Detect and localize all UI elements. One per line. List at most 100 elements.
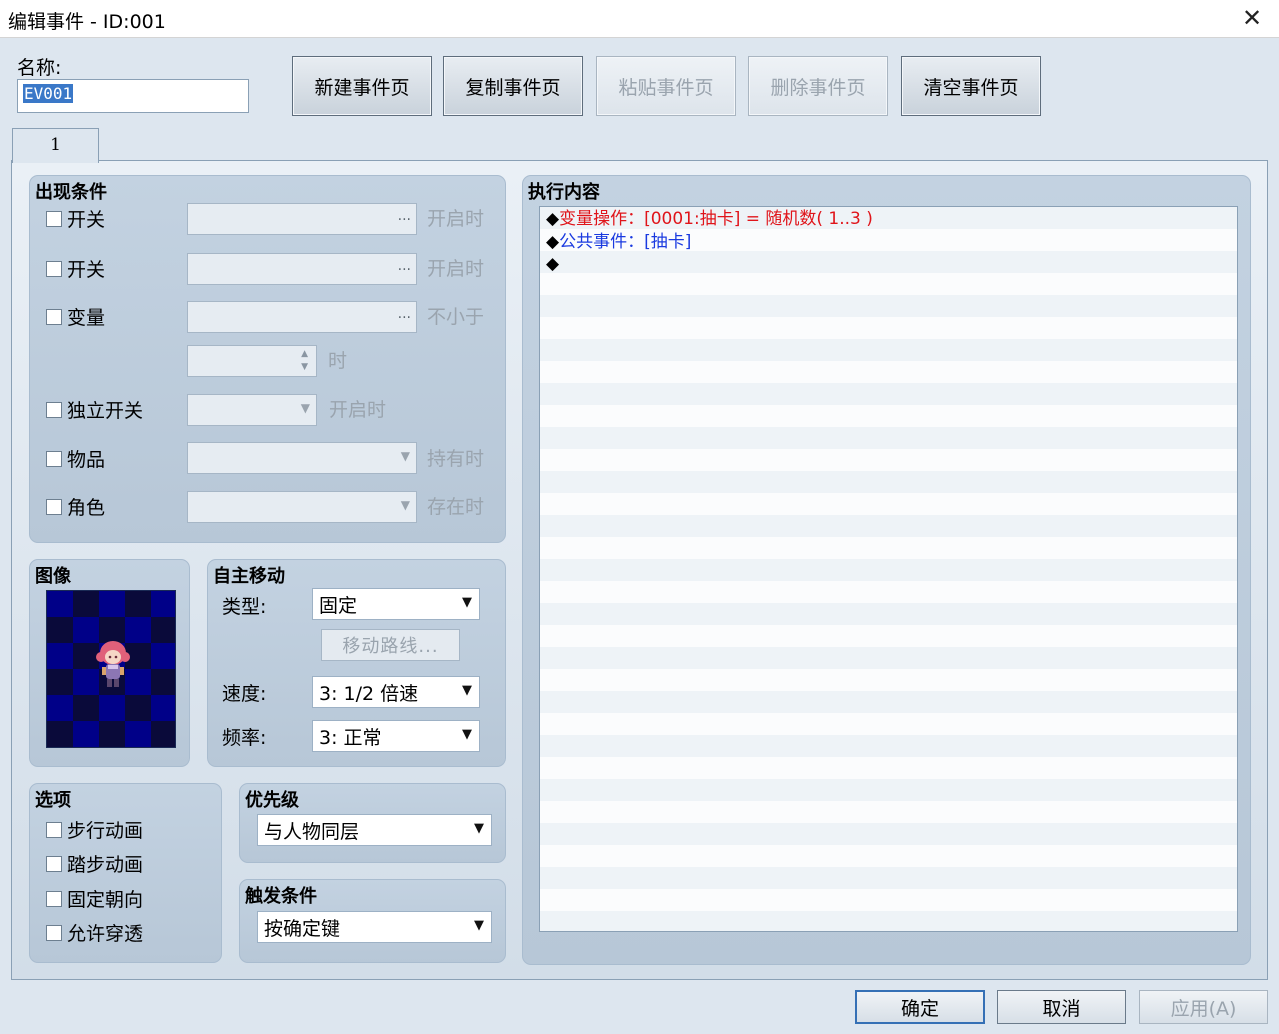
ellipsis-icon: ... [397,258,411,274]
trigger-select[interactable]: 按确定键 ▼ [257,911,492,943]
chevron-down-icon: ▼ [300,401,310,415]
chevron-down-icon: ▼ [462,727,472,742]
priority-group: 优先级 与人物同层 ▼ [239,783,506,863]
switch1-field[interactable]: ... [187,203,417,235]
priority-value: 与人物同层 [264,821,360,843]
spin-up-icon[interactable]: ▲ [301,349,308,359]
movement-type-value: 固定 [319,595,358,617]
switch1-suffix: 开启时 [427,208,485,230]
priority-title: 优先级 [245,790,299,811]
through-checkbox[interactable]: 允许穿透 [46,919,143,946]
type-label: 类型: [222,596,267,618]
self-switch-suffix: 开启时 [329,399,387,421]
switch2-suffix: 开启时 [427,258,485,280]
movement-speed-select[interactable]: 3: 1/2 倍速 ▼ [312,676,480,708]
event-page-panel: 出现条件 开关 ... 开启时 开关 ... 开启时 变量 ... 不小于 ▲ … [11,160,1268,980]
conditions-title: 出现条件 [35,182,107,203]
variable-value-suffix: 时 [328,350,348,372]
ok-button[interactable]: 确定 [855,990,985,1024]
trigger-title: 触发条件 [245,886,317,907]
diamond-marker-icon: ◆ [546,209,560,229]
switch1-checkbox[interactable]: 开关 [46,205,105,232]
stepping-anim-checkbox[interactable]: 踏步动画 [46,850,143,877]
actor-checkbox[interactable]: 角色 [46,493,105,520]
variable-suffix: 不小于 [427,306,485,328]
autonomous-movement-group: 自主移动 类型: 固定 ▼ 移动路线... 速度: 3: 1/2 倍速 ▼ 频率: … [207,559,506,767]
checkbox-box [46,260,62,277]
item-suffix: 持有时 [427,448,485,470]
switch1-label: 开关 [67,209,106,231]
frequency-label: 频率: [222,727,267,749]
diamond-marker-icon: ◆ [546,231,560,252]
cancel-button[interactable]: 取消 [997,990,1126,1024]
switch2-checkbox[interactable]: 开关 [46,255,105,282]
chevron-down-icon: ▼ [400,449,410,463]
contents-title: 执行内容 [528,182,600,203]
variable-label: 变量 [67,307,106,329]
new-page-button[interactable]: 新建事件页 [292,56,432,116]
self-switch-checkbox[interactable]: 独立开关 [46,396,143,423]
self-switch-select[interactable]: ▼ [187,394,317,426]
character-sprite [96,641,130,687]
checkbox-box [46,308,62,325]
movement-type-select[interactable]: 固定 ▼ [312,588,480,620]
command-text: 变量操作：[0001:抽卡] = 随机数( 1..3 ) [559,209,873,229]
image-group: 图像 [29,559,190,767]
window-title: 编辑事件 - ID:001 [8,11,166,33]
diamond-marker-icon: ◆ [546,254,560,274]
name-input[interactable]: EV001 [17,79,249,113]
option-label: 步行动画 [67,820,144,842]
command-list[interactable]: ◆变量操作：[0001:抽卡] = 随机数( 1..3 ) ◆公共事件：[抽卡] ◆ [539,206,1238,932]
event-graphic[interactable] [46,590,176,748]
autonomous-title: 自主移动 [213,566,285,587]
delete-page-button[interactable]: 删除事件页 [748,56,888,116]
options-group: 选项 步行动画 踏步动画 固定朝向 允许穿透 [29,783,222,963]
checkbox-box [46,498,62,515]
direction-fix-checkbox[interactable]: 固定朝向 [46,885,143,912]
checkbox-box [46,450,62,467]
contents-group: 执行内容 ◆变量操作：[0001:抽卡] = 随机数( 1..3 ) ◆公共事件：… [522,175,1251,965]
checkbox-box [46,401,62,418]
checkbox-box [46,821,62,838]
checkbox-box [46,210,62,227]
command-line[interactable]: ◆变量操作：[0001:抽卡] = 随机数( 1..3 ) [540,208,1237,231]
priority-select[interactable]: 与人物同层 ▼ [257,814,492,846]
checkbox-box [46,855,62,872]
command-line[interactable]: ◆ [540,253,1237,276]
walking-anim-checkbox[interactable]: 步行动画 [46,816,143,843]
actor-select[interactable]: ▼ [187,491,417,523]
switch2-field[interactable]: ... [187,253,417,285]
conditions-group: 出现条件 开关 ... 开启时 开关 ... 开启时 变量 ... 不小于 ▲ … [29,175,506,543]
actor-suffix: 存在时 [427,496,485,518]
spin-down-icon[interactable]: ▼ [301,362,308,372]
variable-value-spinner[interactable]: ▲ ▼ [187,345,317,377]
command-line[interactable]: ◆公共事件：[抽卡] [540,231,1237,254]
name-label: 名称: [17,57,62,79]
checkbox-box [46,890,62,907]
checkbox-box [46,924,62,941]
chevron-down-icon: ▼ [462,595,472,610]
option-label: 允许穿透 [67,923,144,945]
dialog-client: 名称: EV001 新建事件页 复制事件页 粘贴事件页 删除事件页 清空事件页 … [0,38,1279,1034]
item-select[interactable]: ▼ [187,442,417,474]
title-bar: 编辑事件 - ID:001 ✕ [0,0,1279,38]
close-icon[interactable]: ✕ [1239,5,1265,31]
copy-page-button[interactable]: 复制事件页 [443,56,583,116]
actor-label: 角色 [67,497,106,519]
speed-label: 速度: [222,683,267,705]
item-checkbox[interactable]: 物品 [46,445,105,472]
movement-speed-value: 3: 1/2 倍速 [319,683,419,705]
apply-button[interactable]: 应用(A) [1139,990,1268,1024]
move-route-button[interactable]: 移动路线... [321,629,460,661]
switch2-label: 开关 [67,259,106,281]
trigger-value: 按确定键 [264,918,341,940]
variable-field[interactable]: ... [187,301,417,333]
paste-page-button[interactable]: 粘贴事件页 [596,56,736,116]
movement-frequency-select[interactable]: 3: 正常 ▼ [312,720,480,752]
clear-page-button[interactable]: 清空事件页 [901,56,1041,116]
chevron-down-icon: ▼ [474,918,484,933]
trigger-group: 触发条件 按确定键 ▼ [239,879,506,963]
variable-checkbox[interactable]: 变量 [46,303,105,330]
tab-page-1[interactable]: 1 [12,128,99,163]
option-label: 踏步动画 [67,854,144,876]
